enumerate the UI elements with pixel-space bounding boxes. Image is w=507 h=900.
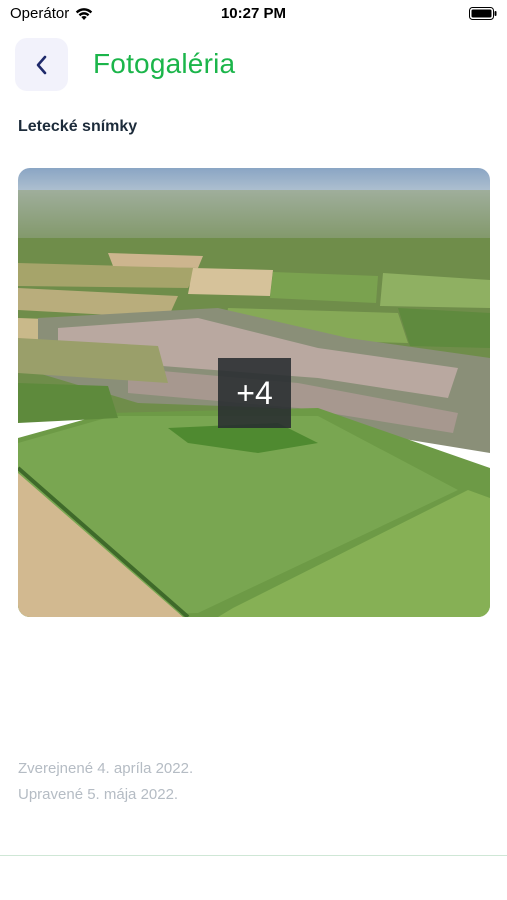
section-title: Letecké snímky xyxy=(18,118,138,135)
page-title: Fotogaléria xyxy=(93,48,236,79)
divider xyxy=(0,855,507,856)
status-bar: Operátor 10:27 PM xyxy=(0,0,507,30)
chevron-left-icon xyxy=(36,55,46,74)
status-time: 10:27 PM xyxy=(220,5,287,22)
published-date: Zverejnené 4. apríla 2022. xyxy=(18,760,194,777)
battery-icon xyxy=(469,7,497,20)
gallery-preview[interactable]: +4 xyxy=(18,168,490,617)
back-button[interactable] xyxy=(15,38,68,91)
updated-date: Upravené 5. mája 2022. xyxy=(18,786,179,803)
more-photos-badge[interactable]: +4 xyxy=(218,358,291,428)
